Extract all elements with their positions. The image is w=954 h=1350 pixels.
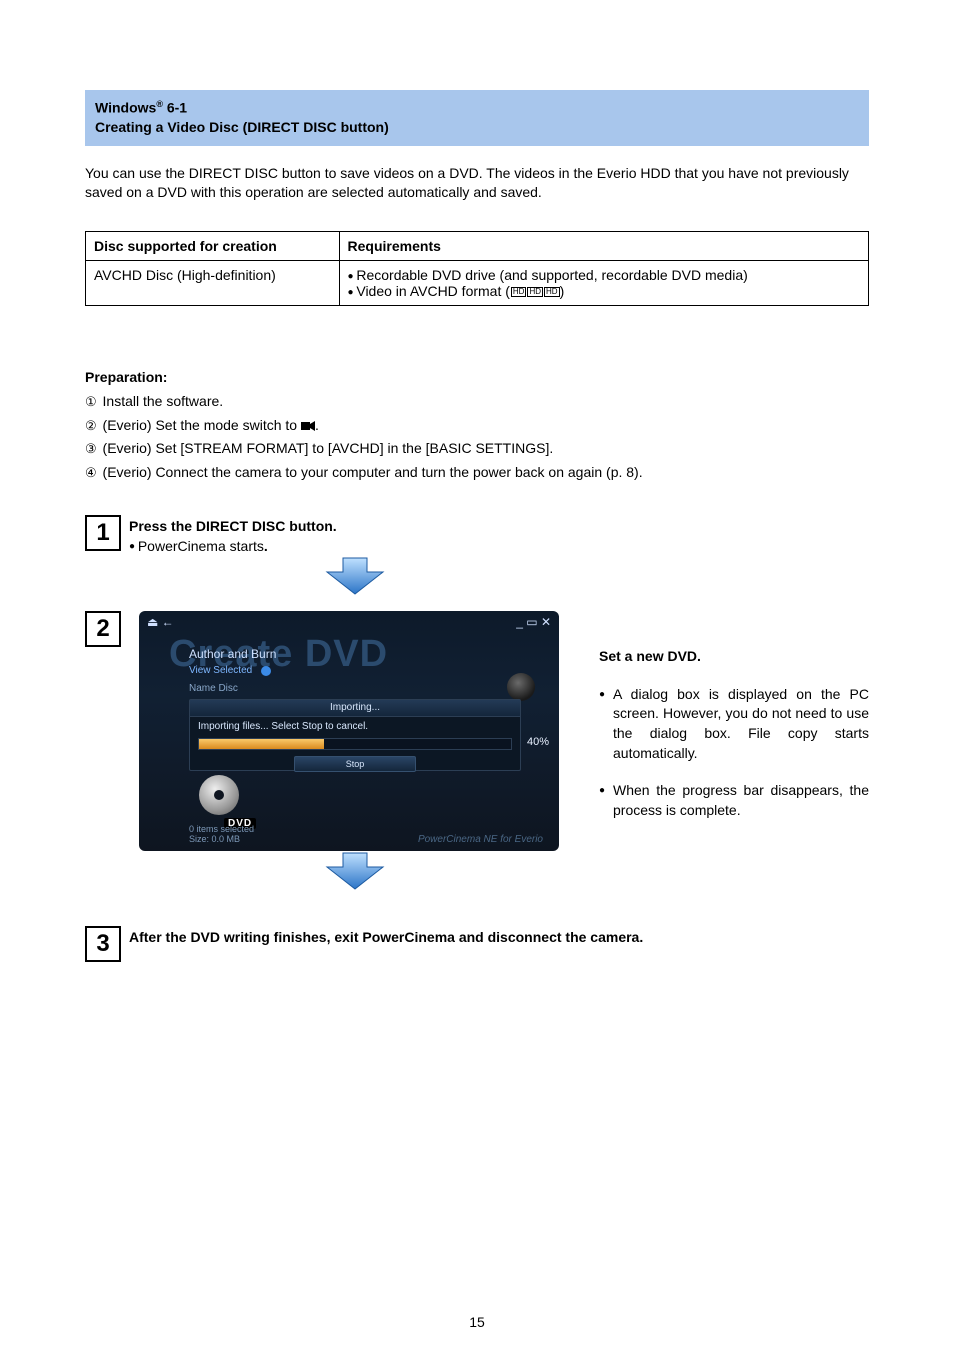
req-line2-post: ) bbox=[560, 283, 565, 299]
requirements-table: Disc supported for creation Requirements… bbox=[85, 231, 869, 306]
step-1-row: 1 Press the DIRECT DISC button. PowerCin… bbox=[85, 515, 869, 556]
step-2-number: 2 bbox=[85, 611, 121, 647]
page-number: 15 bbox=[0, 1314, 954, 1330]
step-2-bullet-2: When the progress bar disappears, the pr… bbox=[599, 781, 869, 820]
ss-dialog-body: Importing files... Select Stop to cancel… bbox=[190, 717, 520, 776]
ss-dialog-title: Importing... bbox=[190, 700, 520, 717]
preparation-block: Preparation: ① Install the software. ② (… bbox=[85, 366, 869, 485]
header-line2: Creating a Video Disc (DIRECT DISC butto… bbox=[95, 119, 389, 135]
header-line1-pre: Windows bbox=[95, 100, 156, 116]
ss-view-selected-label: View Selected bbox=[189, 665, 252, 676]
ss-titlebar: ⏏ ← _ ▭ ✕ bbox=[147, 615, 551, 629]
ss-footer: 0 items selected Size: 0.0 MB bbox=[189, 824, 254, 846]
ss-footer-line1: 0 items selected bbox=[189, 824, 254, 834]
table-cell-req: Recordable DVD drive (and supported, rec… bbox=[339, 261, 868, 306]
powercinema-screenshot: ⏏ ← _ ▭ ✕ Create DVD Author and Burn Vie… bbox=[139, 611, 559, 851]
ss-dialog-text: Importing files... Select Stop to cancel… bbox=[198, 721, 368, 732]
ss-knob-icon bbox=[507, 673, 535, 701]
step-1-number: 1 bbox=[85, 515, 121, 551]
prep-text-3: (Everio) Set [STREAM FORMAT] to [AVCHD] … bbox=[103, 440, 554, 456]
hd-icon: HD bbox=[544, 287, 560, 297]
table-row: AVCHD Disc (High-definition) Recordable … bbox=[86, 261, 869, 306]
window-left-icons: ⏏ ← bbox=[147, 615, 174, 629]
prep-item-1: ① Install the software. bbox=[85, 390, 869, 414]
hd-icon: HD bbox=[527, 287, 543, 297]
step-3-content: After the DVD writing finishes, exit Pow… bbox=[129, 929, 643, 945]
ss-view-selected: View Selected bbox=[189, 665, 271, 676]
req-line2-pre: Video in AVCHD format ( bbox=[348, 283, 510, 299]
circled-4: ④ bbox=[85, 462, 97, 484]
ss-dvd-hole bbox=[214, 790, 224, 800]
document-page: Windows® 6-1 Creating a Video Disc (DIRE… bbox=[0, 0, 954, 1350]
step-3-number: 3 bbox=[85, 926, 121, 962]
prep-text-1: Install the software. bbox=[103, 393, 224, 409]
ss-footer-line2: Size: 0.0 MB bbox=[189, 834, 240, 844]
ss-brand: PowerCinema NE for Everio bbox=[418, 834, 543, 845]
video-mode-icon bbox=[301, 421, 315, 431]
header-line1-post: 6-1 bbox=[163, 100, 187, 116]
circled-1: ① bbox=[85, 391, 97, 413]
down-arrow-icon bbox=[325, 556, 385, 596]
window-right-icons: _ ▭ ✕ bbox=[516, 615, 551, 629]
circled-3: ③ bbox=[85, 438, 97, 460]
step-1-note: PowerCinema starts bbox=[129, 538, 264, 554]
ss-progress-percent: 40% bbox=[527, 736, 549, 748]
down-arrow-icon bbox=[325, 851, 385, 891]
table-header-row: Disc supported for creation Requirements bbox=[86, 232, 869, 261]
step-1-text: Press the DIRECT DISC button. PowerCinem… bbox=[129, 515, 337, 556]
ss-progress-fill bbox=[199, 739, 324, 749]
req-line1: Recordable DVD drive (and supported, rec… bbox=[348, 267, 748, 283]
ss-dvd-icon bbox=[199, 775, 239, 815]
step-2-bullet-1: A dialog box is displayed on the PC scre… bbox=[599, 685, 869, 763]
intro-paragraph: You can use the DIRECT DISC button to sa… bbox=[85, 164, 869, 203]
step-2-description: Set a new DVD. A dialog box is displayed… bbox=[599, 611, 869, 838]
table-head-col1: Disc supported for creation bbox=[86, 232, 340, 261]
prep-text-4: (Everio) Connect the camera to your comp… bbox=[103, 464, 643, 480]
ss-import-dialog: Importing... Importing files... Select S… bbox=[189, 699, 521, 771]
prep-text-2: (Everio) Set the mode switch to bbox=[103, 417, 301, 433]
ss-stop-button[interactable]: Stop bbox=[294, 756, 416, 772]
prep-item-4: ④ (Everio) Connect the camera to your co… bbox=[85, 461, 869, 485]
arrow-2 bbox=[145, 851, 565, 896]
header-registered: ® bbox=[156, 99, 163, 109]
arrow-1 bbox=[145, 556, 565, 601]
ss-subtitle: Author and Burn bbox=[189, 647, 276, 661]
ss-name-disc: Name Disc bbox=[189, 683, 238, 694]
table-head-col2: Requirements bbox=[339, 232, 868, 261]
step-3-text: After the DVD writing finishes, exit Pow… bbox=[129, 926, 643, 948]
table-cell-disc: AVCHD Disc (High-definition) bbox=[86, 261, 340, 306]
prep-item-2: ② (Everio) Set the mode switch to . bbox=[85, 414, 869, 438]
step-3-row: 3 After the DVD writing finishes, exit P… bbox=[85, 926, 869, 962]
section-header: Windows® 6-1 Creating a Video Disc (DIRE… bbox=[85, 90, 869, 146]
preparation-title: Preparation: bbox=[85, 366, 869, 390]
step-2-row: 2 ⏏ ← _ ▭ ✕ Create DVD Author and Burn V… bbox=[85, 611, 869, 851]
prep-item-3: ③ (Everio) Set [STREAM FORMAT] to [AVCHD… bbox=[85, 437, 869, 461]
hd-icon: HD bbox=[511, 287, 527, 297]
circled-2: ② bbox=[85, 415, 97, 437]
step-1-title: Press the DIRECT DISC button. bbox=[129, 518, 337, 534]
step-2-heading: Set a new DVD. bbox=[599, 647, 869, 667]
ss-progress-bar: 40% bbox=[198, 738, 512, 750]
play-dot-icon bbox=[261, 666, 271, 676]
